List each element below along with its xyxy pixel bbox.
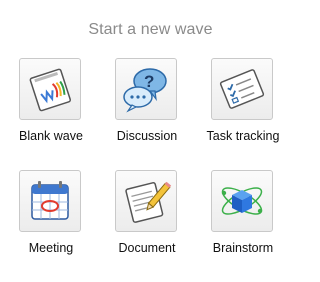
template-discussion[interactable]: ? Discussion bbox=[101, 58, 193, 168]
brainstorm-button[interactable] bbox=[211, 170, 273, 232]
discussion-button[interactable]: ? bbox=[115, 58, 177, 120]
meeting-button[interactable] bbox=[19, 170, 81, 232]
template-task-tracking[interactable]: Task tracking bbox=[197, 58, 289, 168]
task-tracking-label: Task tracking bbox=[206, 129, 280, 143]
template-brainstorm[interactable]: Brainstorm bbox=[197, 170, 289, 280]
discussion-icon: ? bbox=[123, 68, 167, 113]
brainstorm-icon bbox=[221, 187, 263, 215]
document-icon bbox=[125, 181, 172, 223]
brainstorm-label: Brainstorm bbox=[212, 241, 274, 255]
template-blank-wave[interactable]: Blank wave bbox=[5, 58, 97, 168]
meeting-icon bbox=[31, 181, 69, 220]
blank-wave-icon bbox=[29, 68, 72, 112]
task-tracking-button[interactable] bbox=[211, 58, 273, 120]
document-button[interactable] bbox=[115, 170, 177, 232]
template-meeting[interactable]: Meeting bbox=[5, 170, 97, 280]
blank-wave-button[interactable] bbox=[19, 58, 81, 120]
template-document[interactable]: Document bbox=[101, 170, 193, 280]
panel-title: Start a new wave bbox=[88, 21, 213, 38]
task-tracking-icon bbox=[219, 69, 265, 109]
new-wave-panel: Start a new wave Blank wave ? Discussion… bbox=[0, 0, 301, 282]
